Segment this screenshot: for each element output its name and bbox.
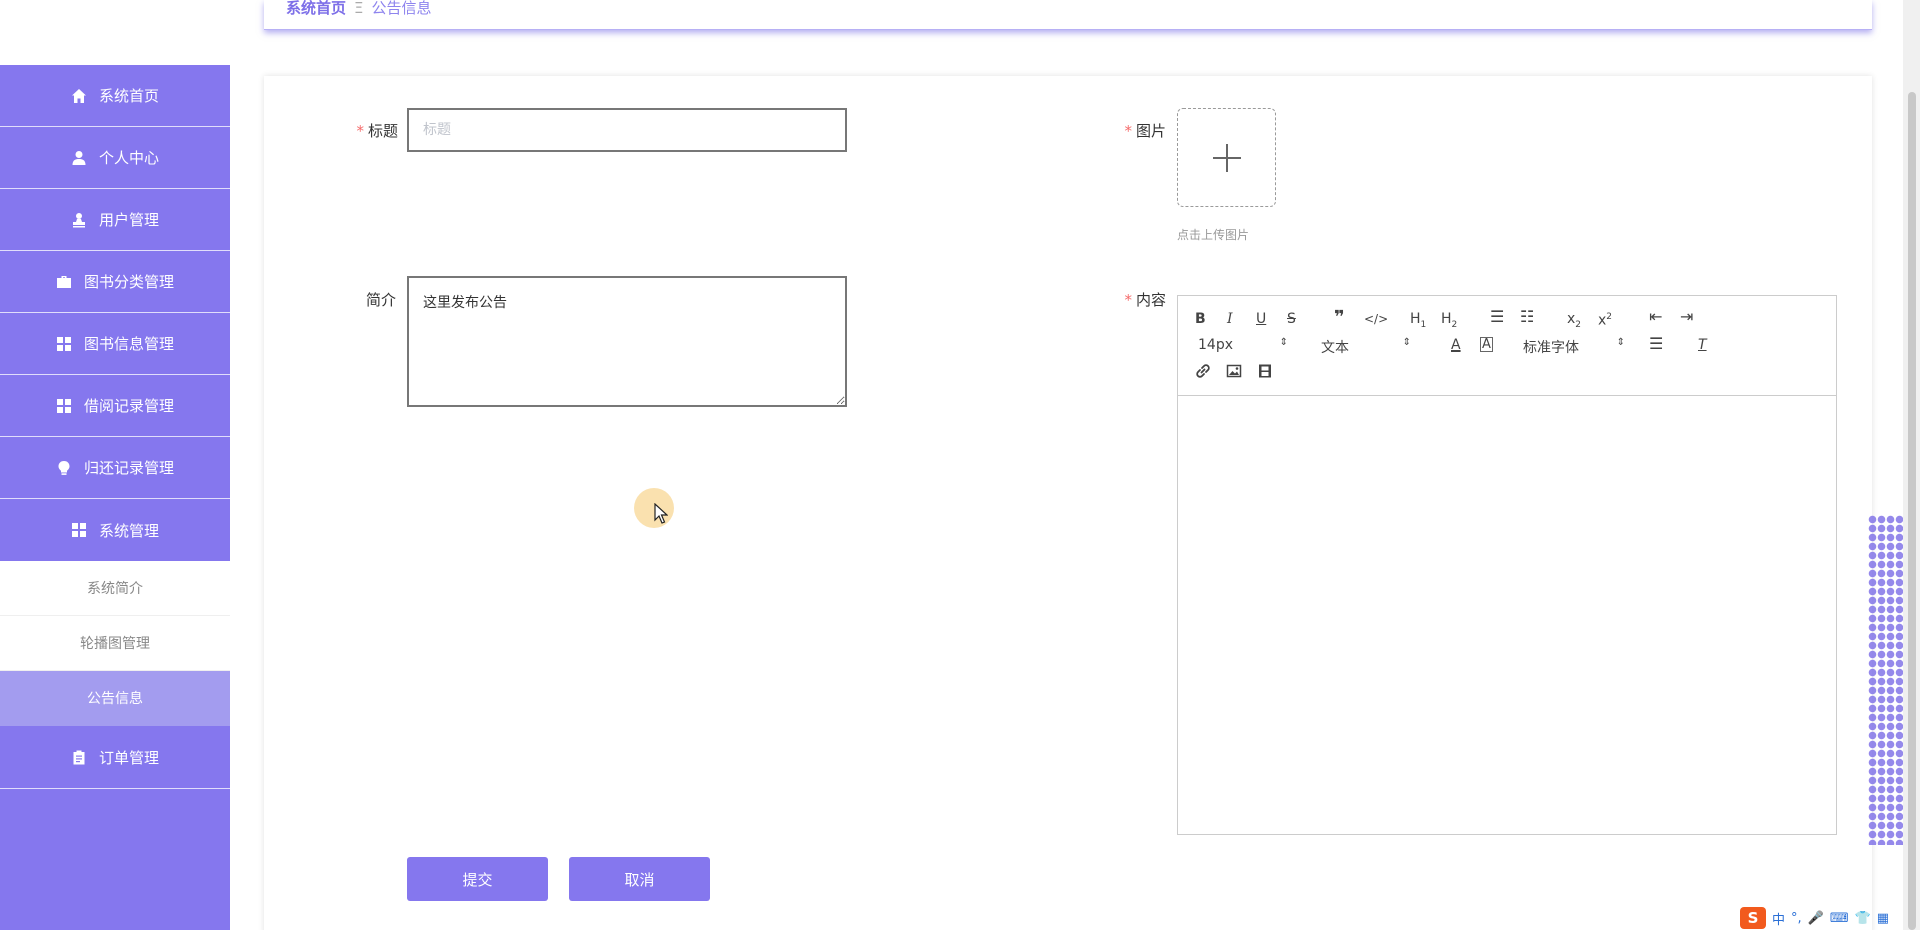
- lightbulb-icon: [56, 460, 72, 476]
- sidebar-item-label: 图书分类管理: [83, 273, 174, 291]
- breadcrumb-bar: 系统首页 Ξ 公告信息: [264, 0, 1872, 30]
- superscript-icon[interactable]: x2: [1598, 309, 1612, 329]
- sidebar-item-home[interactable]: 系统首页: [0, 65, 230, 127]
- sidebar-item-book-categories[interactable]: 图书分类管理: [0, 251, 230, 313]
- header-select[interactable]: 文本 ⇕: [1321, 337, 1411, 357]
- select-arrow-icon: ⇕: [1616, 337, 1625, 348]
- sidebar-item-label: 个人中心: [98, 149, 159, 167]
- italic-icon[interactable]: I: [1227, 311, 1233, 327]
- upload-tip: 点击上传图片: [1177, 228, 1250, 242]
- user-icon: [71, 150, 87, 166]
- grid-icon: [56, 398, 72, 414]
- blockquote-icon[interactable]: ❞: [1334, 309, 1345, 327]
- sidebar-item-profile[interactable]: 个人中心: [0, 127, 230, 189]
- clipboard-icon: [71, 749, 87, 765]
- align-icon[interactable]: ☰: [1649, 336, 1663, 352]
- punctuation-icon[interactable]: °,: [1791, 911, 1802, 926]
- content-label: * 内容: [1124, 291, 1166, 309]
- font-family-select[interactable]: 标准字体 ⇕: [1523, 337, 1625, 357]
- sidebar-item-label: 系统首页: [98, 87, 159, 105]
- sidebar-item-label: 图书信息管理: [83, 335, 174, 353]
- keyboard-icon[interactable]: ⌨: [1830, 911, 1849, 926]
- title-input[interactable]: [407, 108, 847, 152]
- h1-icon[interactable]: H1: [1410, 311, 1426, 333]
- plus-icon: [1212, 143, 1241, 172]
- page-scrollbar[interactable]: [1903, 0, 1920, 930]
- sidebar-item-book-info[interactable]: 图书信息管理: [0, 313, 230, 375]
- mouse-cursor-icon: [654, 503, 668, 524]
- sidebar-subitem-system-intro[interactable]: 系统简介: [0, 561, 230, 616]
- sogou-logo-icon[interactable]: S: [1740, 907, 1766, 929]
- editor-toolbar: B I U S ❞ </> H1 H2 ☰ ☷ x2 x2 ⇤ ⇥ 14px ⇕ …: [1178, 296, 1836, 396]
- h2-icon[interactable]: H2: [1441, 311, 1457, 333]
- bullet-list-icon[interactable]: ☷: [1520, 309, 1534, 325]
- background-color-icon[interactable]: A: [1480, 337, 1493, 352]
- sidebar-item-orders[interactable]: 订单管理: [0, 726, 230, 789]
- sidebar-item-label: 借阅记录管理: [83, 397, 174, 415]
- microphone-icon[interactable]: 🎤: [1808, 911, 1824, 926]
- link-icon[interactable]: [1195, 363, 1211, 383]
- decorative-dots: [1868, 515, 1903, 845]
- video-icon[interactable]: [1257, 363, 1273, 383]
- grid-icon: [71, 522, 87, 538]
- select-arrow-icon: ⇕: [1279, 337, 1288, 348]
- rich-text-editor: B I U S ❞ </> H1 H2 ☰ ☷ x2 x2 ⇤ ⇥ 14px ⇕ …: [1177, 295, 1837, 835]
- cancel-button[interactable]: 取消: [569, 857, 710, 901]
- editor-content-area[interactable]: [1178, 396, 1836, 834]
- toolbox-grid-icon[interactable]: ▦: [1877, 911, 1889, 926]
- sidebar-item-label: 订单管理: [98, 748, 159, 767]
- ime-toolbar: S 中 °, 🎤 ⌨ 👕 ▦: [1740, 906, 1889, 930]
- grid-icon: [56, 336, 72, 352]
- image-label: * 图片: [1124, 122, 1166, 140]
- image-upload-button[interactable]: [1177, 108, 1276, 207]
- strike-icon[interactable]: S: [1287, 311, 1296, 327]
- title-label: * 标题: [356, 122, 398, 140]
- skin-shirt-icon[interactable]: 👕: [1855, 911, 1871, 926]
- briefcase-icon: [56, 274, 72, 290]
- outdent-icon[interactable]: ⇤: [1649, 309, 1662, 325]
- intro-textarea[interactable]: [407, 276, 847, 407]
- sidebar-item-label: 用户管理: [98, 211, 159, 229]
- submit-button[interactable]: 提交: [407, 857, 548, 901]
- subscript-icon[interactable]: x2: [1567, 311, 1581, 333]
- ime-mode[interactable]: 中: [1772, 909, 1785, 928]
- breadcrumb-home-link[interactable]: 系统首页: [286, 0, 346, 17]
- user-stamp-icon: [71, 212, 87, 228]
- sidebar-item-borrow-records[interactable]: 借阅记录管理: [0, 375, 230, 437]
- underline-icon[interactable]: U: [1256, 311, 1266, 327]
- sidebar-item-label: 系统管理: [98, 521, 159, 540]
- bold-icon[interactable]: B: [1195, 311, 1206, 327]
- sidebar-item-system[interactable]: 系统管理: [0, 499, 230, 561]
- sidebar: 系统首页 个人中心 用户管理 图书分类管理 图书信息管理 借阅记录管理 归还记录…: [0, 65, 230, 930]
- home-icon: [71, 88, 87, 104]
- intro-label: 简介: [365, 291, 396, 309]
- sidebar-item-users[interactable]: 用户管理: [0, 189, 230, 251]
- sidebar-item-return-records[interactable]: 归还记录管理: [0, 437, 230, 499]
- font-color-icon[interactable]: A: [1451, 337, 1461, 353]
- breadcrumb-separator: Ξ: [354, 0, 364, 17]
- image-icon[interactable]: [1226, 363, 1242, 383]
- ordered-list-icon[interactable]: ☰: [1490, 309, 1504, 325]
- sidebar-subitem-carousel[interactable]: 轮播图管理: [0, 616, 230, 671]
- clean-format-icon[interactable]: T: [1698, 337, 1707, 353]
- sidebar-subitem-announcements[interactable]: 公告信息: [0, 671, 230, 726]
- breadcrumb-current: 公告信息: [371, 0, 432, 17]
- font-size-select[interactable]: 14px ⇕: [1198, 337, 1288, 353]
- sidebar-item-label: 归还记录管理: [83, 459, 174, 477]
- indent-icon[interactable]: ⇥: [1680, 309, 1693, 325]
- scrollbar-thumb[interactable]: [1908, 92, 1916, 930]
- code-block-icon[interactable]: </>: [1364, 311, 1388, 327]
- select-arrow-icon: ⇕: [1402, 337, 1411, 348]
